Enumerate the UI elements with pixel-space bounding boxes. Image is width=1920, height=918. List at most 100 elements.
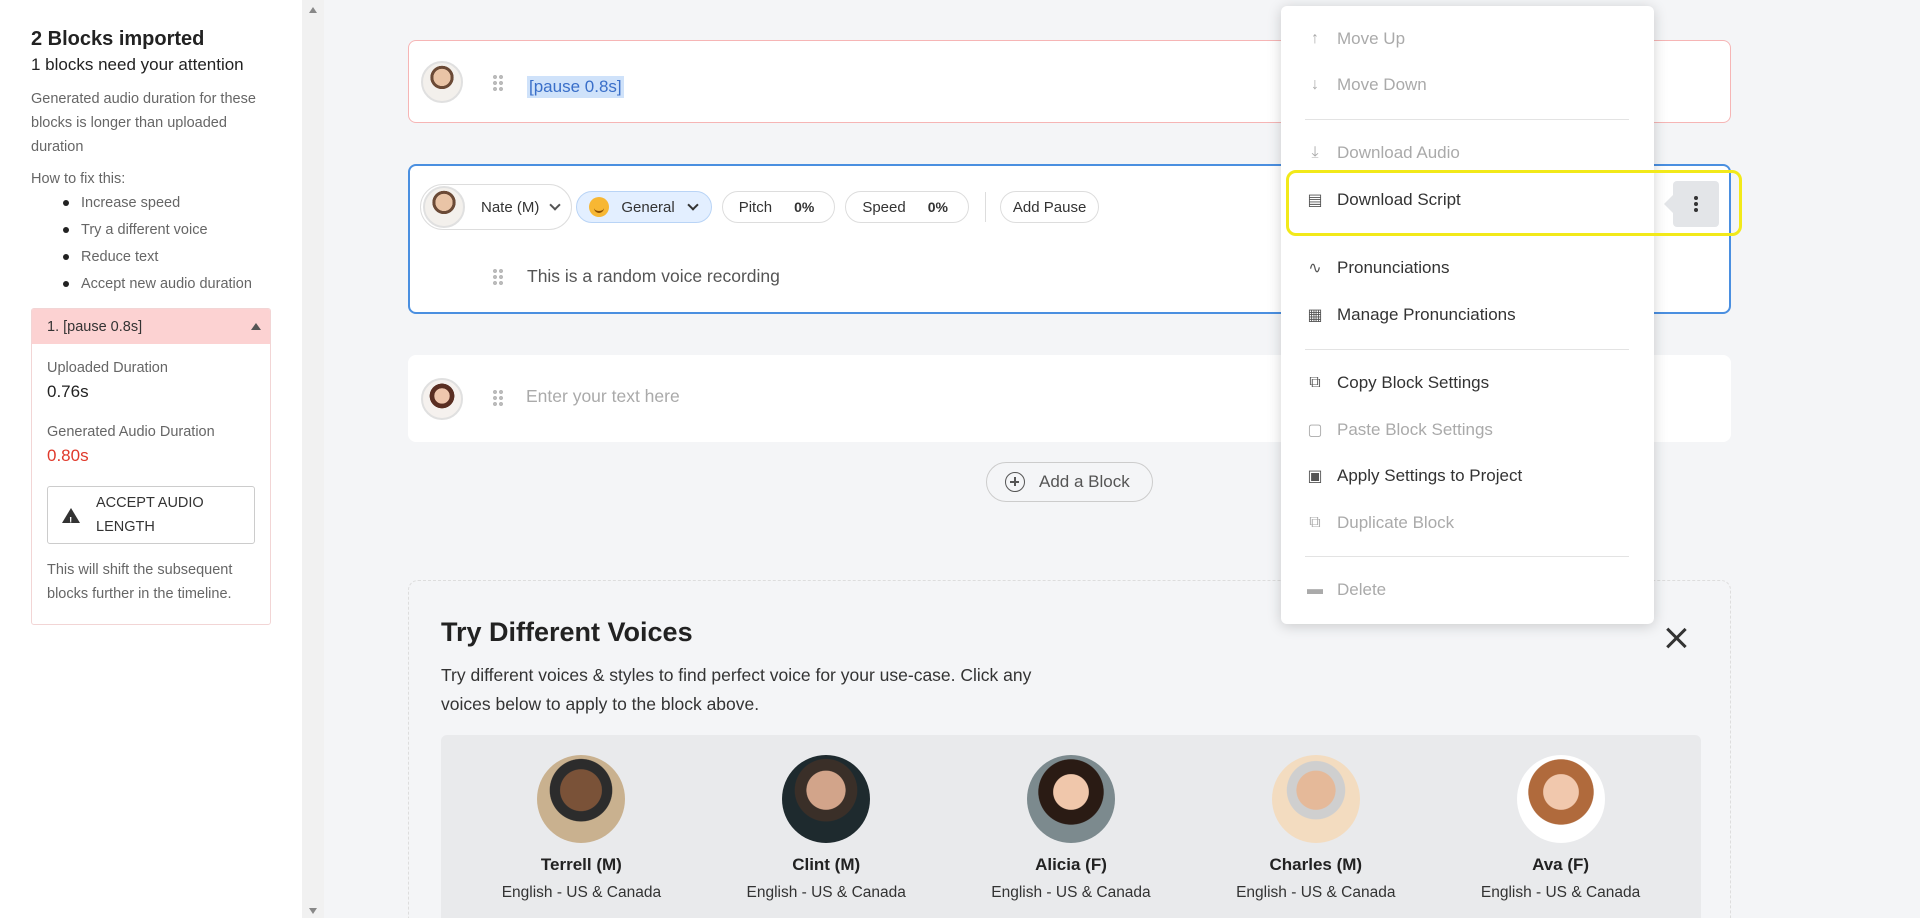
voice-card[interactable]: Charles (M) English - US & Canada — [1216, 735, 1416, 918]
voice-avatar — [423, 186, 465, 228]
pitch-label: Pitch — [738, 198, 773, 216]
arrow-up-icon: ↑ — [1311, 30, 1319, 47]
menu-item-label: Move Up — [1337, 29, 1406, 48]
chevron-down-icon — [687, 199, 699, 211]
fix-item: Accept new audio duration — [55, 272, 271, 296]
fix-item: Try a different voice — [55, 218, 271, 242]
voice-card[interactable]: Terrell (M) English - US & Canada — [481, 735, 681, 918]
pitch-value: 0% — [794, 199, 815, 215]
drag-handle-icon[interactable] — [492, 268, 504, 286]
menu-item-label: Apply Settings to Project — [1337, 466, 1523, 485]
attention-card-header[interactable]: 1. [pause 0.8s] — [32, 309, 270, 344]
apply-clipboard-icon: ▣ — [1307, 468, 1323, 485]
attention-block-card: 1. [pause 0.8s] Uploaded Duration 0.76s … — [31, 308, 271, 625]
voice-card[interactable]: Ava (F) English - US & Canada — [1461, 735, 1661, 918]
menu-item-label: Manage Pronunciations — [1337, 305, 1516, 324]
menu-item-manage-pronunciations[interactable]: ▦ Manage Pronunciations — [1305, 300, 1625, 330]
divider — [984, 192, 986, 222]
menu-item-pronunciations[interactable]: ∿ Pronunciations — [1305, 253, 1625, 283]
voice-avatar[interactable] — [421, 61, 463, 103]
warning-icon — [62, 507, 80, 534]
sidebar-title: 2 Blocks imported — [31, 28, 205, 50]
block-text[interactable]: [pause 0.8s] — [527, 76, 624, 98]
block-text-input[interactable]: Enter your text here — [526, 386, 680, 407]
drag-handle-icon[interactable] — [492, 389, 504, 407]
duplicate-icon: ⧉ — [1309, 514, 1321, 531]
sidebar-subtitle: 1 blocks need your attention — [31, 55, 244, 74]
voice-photo — [782, 755, 871, 843]
voice-card[interactable]: Clint (M) English - US & Canada — [726, 735, 926, 918]
add-pause-button[interactable]: Add Pause — [999, 191, 1100, 223]
collapse-caret-icon[interactable] — [251, 323, 261, 330]
uploaded-duration-value: 0.76s — [47, 382, 89, 401]
menu-item-move-down[interactable]: ↓ Move Down — [1305, 70, 1625, 100]
voice-name: Nate (M) — [481, 198, 540, 216]
voice-photo — [1271, 755, 1360, 843]
how-to-fix-label: How to fix this: — [31, 171, 126, 187]
chevron-down-icon — [549, 199, 562, 211]
attention-card-title: 1. [pause 0.8s] — [47, 318, 143, 335]
menu-item-move-up[interactable]: ↑ Move Up — [1305, 24, 1625, 54]
smile-emoji-icon — [589, 197, 610, 217]
menu-item-apply-settings[interactable]: ▣ Apply Settings to Project — [1305, 461, 1625, 491]
voice-avatar[interactable] — [421, 378, 463, 420]
add-block-button[interactable]: Add a Block — [986, 462, 1153, 502]
voice-card-name: Clint (M) — [792, 855, 861, 874]
uploaded-duration-label: Uploaded Duration — [47, 360, 168, 376]
fix-list: Increase speed Try a different voice Red… — [55, 191, 271, 296]
voice-card-name: Charles (M) — [1269, 855, 1363, 874]
voice-card-name: Terrell (M) — [540, 855, 622, 874]
menu-item-download-audio[interactable]: ⤓ Download Audio — [1305, 138, 1625, 168]
voice-photo — [1026, 755, 1115, 843]
highlight-annotation — [1286, 170, 1742, 236]
sidebar-description: Generated audio duration for these block… — [31, 91, 256, 155]
menu-item-duplicate[interactable]: ⧉ Duplicate Block — [1305, 508, 1625, 538]
speech-wave-icon: ∿ — [1308, 260, 1322, 277]
fix-item: Increase speed — [55, 191, 271, 215]
table-icon: ▦ — [1307, 307, 1323, 324]
voice-card-language: English - US & Canada — [991, 884, 1151, 901]
trash-icon: ▬ — [1307, 581, 1323, 598]
menu-item-delete[interactable]: ▬ Delete — [1305, 575, 1625, 605]
voice-selector[interactable]: Nate (M) — [420, 184, 573, 230]
panel-description: Try different voices & styles to find pe… — [441, 665, 1032, 714]
accept-audio-length-label: ACCEPT AUDIO LENGTH — [96, 495, 204, 535]
copy-icon: ⧉ — [1309, 374, 1321, 391]
menu-item-label: Move Down — [1337, 75, 1427, 94]
menu-divider — [1305, 119, 1629, 120]
generated-duration-label: Generated Audio Duration — [47, 424, 215, 440]
accept-note: This will shift the subsequent blocks fu… — [47, 562, 233, 602]
block-text[interactable]: This is a random voice recording — [527, 266, 780, 287]
accept-audio-length-button[interactable]: ACCEPT AUDIO LENGTH — [47, 486, 255, 544]
voice-card-language: English - US & Canada — [1236, 884, 1396, 901]
try-different-voices-panel: Try Different Voices Try different voice… — [408, 580, 1731, 918]
drag-handle-icon[interactable] — [492, 74, 504, 92]
menu-item-label: Paste Block Settings — [1337, 420, 1493, 439]
style-name: General — [621, 198, 675, 216]
voice-photo — [1516, 755, 1605, 843]
clipboard-icon: ▢ — [1307, 422, 1323, 439]
fix-item: Reduce text — [55, 245, 271, 269]
menu-divider — [1305, 556, 1629, 557]
voice-card-language: English - US & Canada — [501, 884, 662, 901]
arrow-down-icon: ↓ — [1311, 76, 1319, 93]
menu-item-label: Delete — [1337, 580, 1387, 599]
speed-value: 0% — [927, 199, 948, 215]
scroll-down-icon[interactable] — [309, 908, 317, 914]
speed-control[interactable]: Speed 0% — [845, 191, 969, 223]
style-selector[interactable]: General — [576, 191, 712, 223]
close-icon[interactable] — [1663, 625, 1689, 651]
panel-title: Try Different Voices — [441, 617, 693, 647]
generated-duration-value: 0.80s — [47, 446, 89, 465]
voice-card-language: English - US & Canada — [1480, 884, 1641, 901]
scroll-up-icon[interactable] — [309, 7, 317, 13]
voice-card[interactable]: Alicia (F) English - US & Canada — [971, 735, 1171, 918]
sidebar-scrollbar[interactable] — [302, 0, 324, 918]
pitch-control[interactable]: Pitch 0% — [721, 191, 836, 223]
menu-item-copy-settings[interactable]: ⧉ Copy Block Settings — [1305, 368, 1625, 398]
voice-card-language: English - US & Canada — [746, 884, 906, 901]
menu-item-paste-settings[interactable]: ▢ Paste Block Settings — [1305, 415, 1625, 445]
voice-gallery: Terrell (M) English - US & Canada Clint … — [441, 735, 1701, 918]
menu-item-label: Pronunciations — [1337, 258, 1450, 277]
menu-item-label: Download Audio — [1337, 143, 1460, 162]
